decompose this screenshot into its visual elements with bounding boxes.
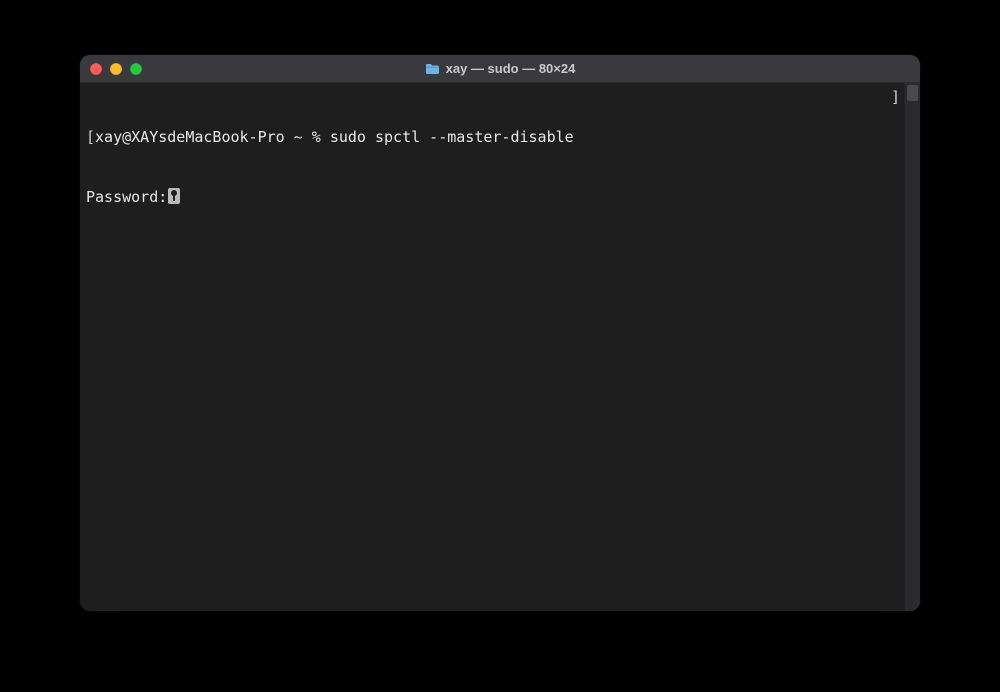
prompt-close-bracket: ] [891,87,900,107]
terminal-content[interactable]: [xay@XAYsdeMacBook-Pro ~ % sudo spctl --… [80,83,904,611]
folder-icon [425,63,440,75]
terminal-line-2: Password: [86,187,898,207]
window-title-text: xay — sudo — 80×24 [446,61,576,76]
maximize-button[interactable] [130,63,142,75]
password-label: Password: [86,188,167,206]
terminal-line-1: [xay@XAYsdeMacBook-Pro ~ % sudo spctl --… [86,127,898,147]
prompt-text: xay@XAYsdeMacBook-Pro ~ % [95,128,330,146]
terminal-window: xay — sudo — 80×24 [xay@XAYsdeMacBook-Pr… [80,55,920,611]
terminal-area[interactable]: [xay@XAYsdeMacBook-Pro ~ % sudo spctl --… [80,83,920,611]
window-controls [80,63,142,75]
titlebar[interactable]: xay — sudo — 80×24 [80,55,920,83]
prompt-open-bracket: [ [86,128,95,146]
scroll-thumb[interactable] [907,85,918,101]
key-icon [168,188,180,204]
close-button[interactable] [90,63,102,75]
command-text: sudo spctl --master-disable [330,128,574,146]
scrollbar[interactable] [904,83,920,611]
minimize-button[interactable] [110,63,122,75]
window-title: xay — sudo — 80×24 [80,61,920,76]
